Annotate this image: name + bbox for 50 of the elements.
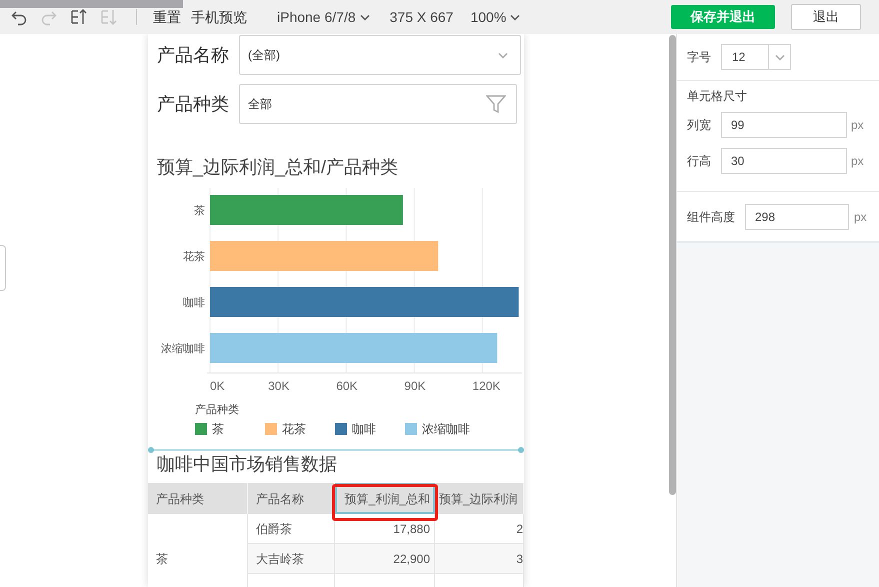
zoom-dropdown[interactable]: 100% [470,6,520,28]
font-size-select[interactable]: 12 [721,44,791,70]
column-header[interactable]: 预算_利润_总和 [335,483,435,514]
unit-label: px [851,117,864,134]
toolbar-link[interactable]: 手机预览 [191,6,247,28]
screen-size: 375 X 667 [390,8,454,26]
chevron-down-icon [510,14,520,20]
device-dropdown[interactable]: iPhone 6/7/8 [277,6,370,28]
chevron-down-icon [360,14,370,20]
chevron-down-icon [498,52,508,58]
number-input[interactable]: 298 [745,204,849,230]
field-label: 组件高度 [687,208,736,226]
unit-label: px [854,208,867,226]
field-label: 列宽 [687,117,712,134]
column-header[interactable]: 产品种类 [148,483,248,514]
legend-label: 咖啡 [352,421,376,438]
unit-label: px [851,153,864,170]
select-field[interactable]: (全部) [239,35,521,75]
category-label: 茶 [194,205,205,217]
category-label: 咖啡 [183,297,205,309]
filter-label: 产品种类 [157,92,230,116]
axis-tick-label: 90K [404,379,426,393]
resize-handle[interactable] [148,447,154,453]
field-label: 字号 [687,49,712,66]
exit-button[interactable]: 退出 [791,4,861,30]
select-field[interactable]: 全部 [239,84,517,124]
legend-label: 花茶 [282,421,306,438]
side-handle[interactable] [0,245,6,291]
legend-label: 茶 [212,421,224,438]
legend-title: 产品种类 [195,402,240,418]
resize-handle[interactable] [518,447,524,453]
section-title: 单元格尺寸 [687,88,748,105]
axis-tick-label: 60K [336,379,358,393]
chart-title: 预算_边际利润_总和/产品种类 [156,156,400,179]
table-title: 咖啡中国市场销售数据 [156,453,338,475]
filter-icon [486,94,506,114]
category-label: 浓缩咖啡 [161,343,205,355]
number-input[interactable]: 99 [721,112,847,138]
field-label: 行高 [687,153,712,170]
axis-tick-label: 30K [268,379,290,393]
axis-tick-label: 0K [210,379,225,393]
sort-up-icon[interactable] [70,7,88,27]
number-input[interactable]: 30 [721,148,847,174]
chevron-down-icon [774,54,784,60]
category-label: 花茶 [183,251,205,263]
legend-label: 浓缩咖啡 [422,421,470,438]
axis-tick-label: 120K [472,379,500,393]
filter-label: 产品名称 [157,44,230,66]
toolbar-link[interactable]: 重置 [153,6,181,28]
scrollbar-thumb[interactable] [668,35,676,495]
